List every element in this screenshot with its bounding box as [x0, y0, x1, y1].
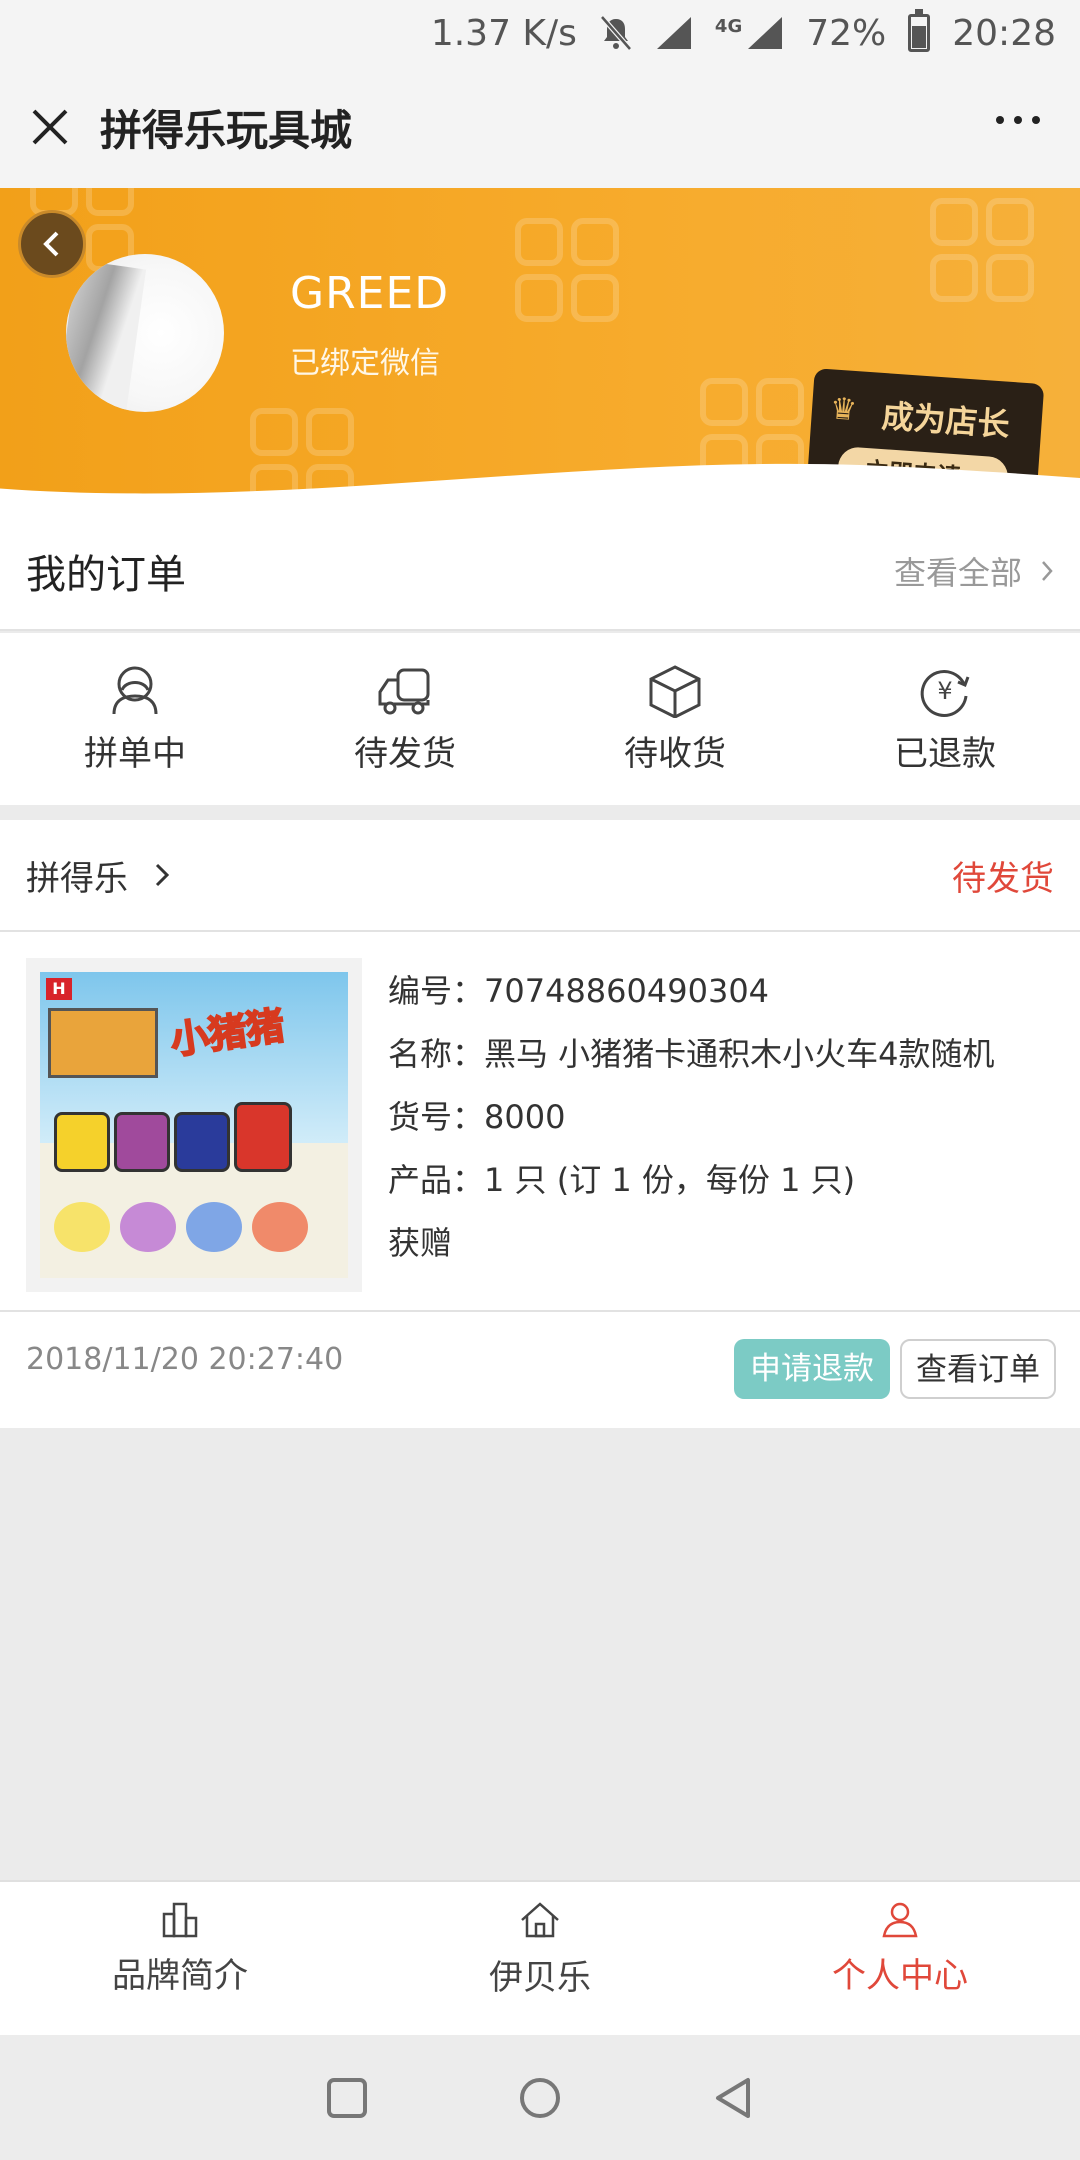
recent-apps-icon[interactable] — [326, 2077, 368, 2119]
tab-refunded[interactable]: ¥ 已退款 — [810, 633, 1080, 805]
my-orders-header: 我的订单 查看全部 — [0, 513, 1080, 631]
tab-to-ship-label: 待发货 — [354, 733, 456, 774]
system-navigation-bar — [0, 2035, 1080, 2160]
product-sku: 货号：8000 — [388, 1098, 566, 1136]
back-triangle-icon[interactable] — [712, 2076, 754, 2120]
view-all-orders-link[interactable]: 查看全部 — [894, 548, 1054, 594]
toy-box — [186, 1202, 242, 1252]
toy-box — [252, 1202, 308, 1252]
toy-box — [54, 1202, 110, 1252]
product-image: H 小猪猪 — [40, 972, 348, 1278]
nav-personal-center-label: 个人中心 — [832, 1956, 968, 1996]
nav-personal-center[interactable]: 个人中心 — [720, 1882, 1080, 2035]
decor-pattern — [930, 198, 1040, 308]
toy-train — [234, 1102, 292, 1172]
product-box-art — [48, 1008, 158, 1078]
more-dot-icon — [996, 116, 1004, 124]
mute-notification-icon — [600, 15, 632, 51]
refund-icon: ¥ — [920, 669, 970, 717]
view-order-button[interactable]: 查看订单 — [900, 1339, 1056, 1399]
wechat-bind-status: 已绑定微信 — [290, 346, 440, 381]
more-menu-button[interactable] — [996, 116, 1040, 124]
close-icon — [32, 109, 68, 145]
chevron-right-icon — [1042, 561, 1053, 581]
shop-owner-title: 成为店长 — [880, 396, 1011, 444]
order-shop-row[interactable]: 拼得乐 待发货 — [0, 820, 1080, 932]
toy-train — [174, 1112, 230, 1172]
home-icon — [521, 1902, 559, 1938]
nav-brand-intro-label: 品牌简介 — [112, 1956, 248, 1996]
status-bar: 1.37 K/s 4G 72% 20:28 — [0, 0, 1080, 66]
product-thumbnail[interactable]: H 小猪猪 — [26, 958, 362, 1292]
signal-4g-icon — [748, 17, 783, 49]
page-title: 拼得乐玩具城 — [100, 105, 353, 155]
battery-icon — [908, 9, 931, 52]
order-footer: 2018/11/20 20:27:40 申请退款 查看订单 — [0, 1312, 1080, 1428]
my-orders-title: 我的订单 — [26, 552, 186, 598]
truck-icon — [378, 668, 430, 714]
title-bar: 拼得乐玩具城 — [0, 66, 1080, 188]
tab-grouping-label: 拼单中 — [84, 733, 186, 774]
battery-percent: 72% — [806, 12, 887, 54]
tab-refunded-label: 已退款 — [894, 733, 996, 774]
chevron-left-icon — [43, 231, 59, 257]
tab-to-ship[interactable]: 待发货 — [270, 633, 540, 805]
product-name: 名称：黑马 小猪猪卡通积木小火车4款随机 — [388, 1035, 995, 1073]
shop-name-link[interactable]: 拼得乐 — [26, 851, 170, 900]
header-wave — [0, 463, 1080, 513]
close-button[interactable] — [0, 66, 100, 188]
nav-home-label: 伊贝乐 — [489, 1958, 591, 1998]
tab-to-receive-label: 待收货 — [624, 733, 726, 774]
svg-text:¥: ¥ — [937, 677, 952, 705]
toy-train — [114, 1112, 170, 1172]
order-number: 编号：70748860490304 — [388, 972, 770, 1010]
shop-name: 拼得乐 — [26, 858, 128, 899]
product-info: 编号：70748860490304 名称：黑马 小猪猪卡通积木小火车4款随机 货… — [388, 958, 995, 1284]
more-dot-icon — [1014, 116, 1022, 124]
chevron-right-icon — [155, 863, 170, 887]
order-time: 2018/11/20 20:27:40 — [26, 1341, 344, 1377]
order-status-badge: 待发货 — [952, 858, 1054, 899]
tab-grouping[interactable]: 拼单中 — [0, 633, 270, 805]
clock: 20:28 — [952, 12, 1056, 54]
decor-pattern — [515, 218, 625, 328]
request-refund-button[interactable]: 申请退款 — [734, 1339, 890, 1399]
username: GREED — [290, 268, 450, 319]
more-dot-icon — [1032, 116, 1040, 124]
avatar[interactable] — [66, 254, 224, 412]
crown-icon: ♛ — [828, 391, 859, 429]
tab-to-receive[interactable]: 待收货 — [540, 633, 810, 805]
view-all-label: 查看全部 — [893, 554, 1022, 592]
order-card: 拼得乐 待发货 H 小猪猪 编号：70748860490304 名称：黑马 小猪… — [0, 820, 1080, 1428]
toy-box — [120, 1202, 176, 1252]
network-speed: 1.37 K/s — [430, 12, 577, 54]
profile-header: GREED 已绑定微信 ♛ 成为店长 立即申请> — [0, 188, 1080, 513]
nav-home[interactable]: 伊贝乐 — [360, 1882, 720, 2035]
gift-label: 获赠 — [388, 1224, 453, 1262]
order-item[interactable]: H 小猪猪 编号：70748860490304 名称：黑马 小猪猪卡通积木小火车… — [0, 932, 1080, 1312]
product-quantity: 产品：1 只 (订 1 份，每份 1 只) — [388, 1161, 856, 1199]
product-logo-badge: H — [46, 978, 72, 1000]
network-type: 4G — [714, 15, 743, 37]
toy-train — [54, 1112, 110, 1172]
group-icon — [112, 666, 158, 714]
nav-brand-intro[interactable]: 品牌简介 — [0, 1882, 360, 2035]
order-status-tabs: 拼单中 待发货 待收货 ¥ 已退款 — [0, 633, 1080, 805]
building-icon — [162, 1902, 198, 1938]
signal-icon — [656, 17, 691, 49]
box-icon — [649, 664, 701, 718]
order-actions: 申请退款 查看订单 — [734, 1339, 1056, 1399]
home-circle-icon[interactable] — [518, 2076, 562, 2120]
person-icon — [882, 1902, 918, 1938]
bottom-navigation: 品牌简介 伊贝乐 个人中心 — [0, 1880, 1080, 2035]
